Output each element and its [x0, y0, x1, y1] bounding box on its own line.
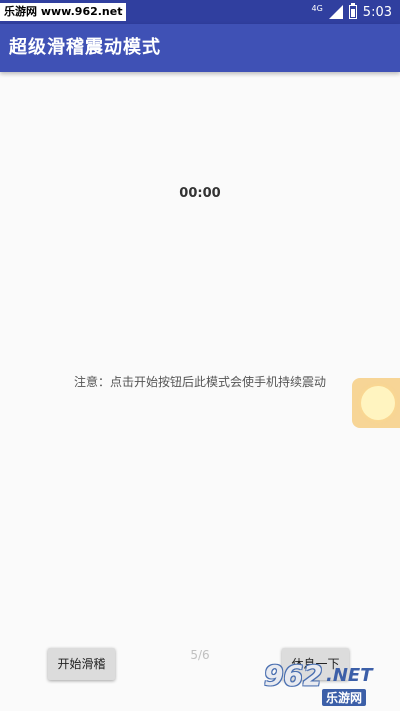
- start-button[interactable]: 开始滑稽: [48, 648, 115, 680]
- floating-ball-icon: [361, 386, 395, 420]
- timer-display: 00:00: [179, 186, 221, 201]
- notice-text: 注意：点击开始按钮后此模式会使手机持续震动: [73, 375, 326, 389]
- app-title: 超级滑稽震动模式: [9, 37, 161, 58]
- battery-icon: [348, 3, 357, 19]
- network-type: 4G: [311, 3, 323, 13]
- logo-suffix: .NET: [326, 665, 373, 686]
- signal-icon: [328, 5, 343, 19]
- site-logo-watermark: 962 .NET 乐游网: [260, 653, 400, 711]
- status-icons: 4G 5:03: [311, 0, 392, 24]
- status-bar: 乐游网 www.962.net 4G 5:03: [0, 0, 400, 24]
- app-bar: 超级滑稽震动模式: [0, 24, 400, 72]
- logo-cn-text: 乐游网: [322, 689, 367, 706]
- status-time: 5:03: [362, 4, 392, 20]
- site-watermark: 乐游网 www.962.net: [0, 3, 127, 21]
- logo-number: 962: [264, 659, 323, 692]
- floating-assistant-button[interactable]: [352, 378, 400, 428]
